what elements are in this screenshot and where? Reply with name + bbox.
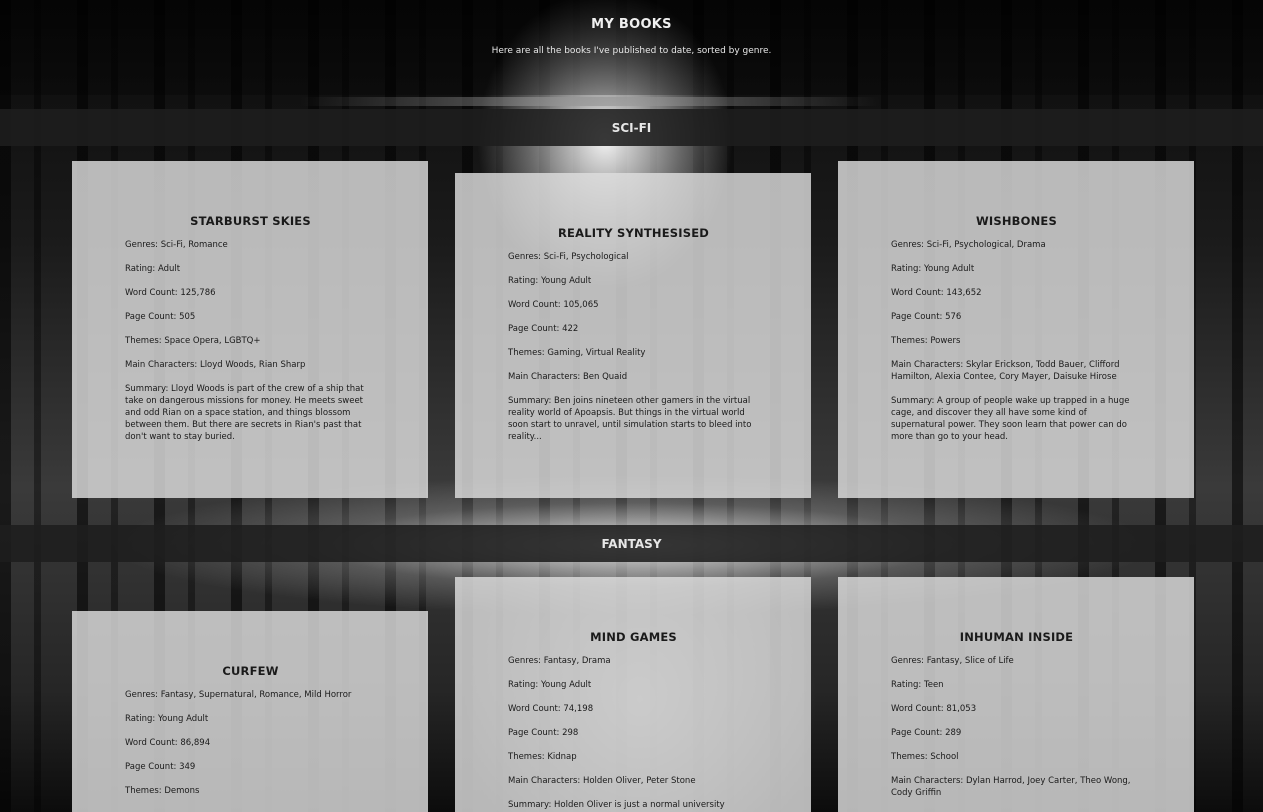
book-word-count: Word Count: 74,198 <box>508 704 594 714</box>
book-page-count: Page Count: 289 <box>891 728 962 738</box>
book-card-mind-games: MIND GAMES Genres: Fantasy, Drama Rating… <box>455 577 811 812</box>
book-genres: Genres: Sci-Fi, Romance <box>125 240 228 250</box>
book-rating: Rating: Young Adult <box>891 264 975 274</box>
book-page-count: Page Count: 349 <box>125 762 196 772</box>
section-title: FANTASY <box>601 536 662 551</box>
section-header-scifi: SCI-FI <box>0 109 1263 146</box>
book-card-inhuman-inside: INHUMAN INSIDE Genres: Fantasy, Slice of… <box>838 577 1194 812</box>
book-title: REALITY SYNTHESISED <box>558 226 709 240</box>
book-word-count: Word Count: 81,053 <box>891 704 977 714</box>
book-word-count: Word Count: 86,894 <box>125 738 211 748</box>
book-themes: Themes: School <box>891 752 959 762</box>
book-card-reality-synthesised: REALITY SYNTHESISED Genres: Sci-Fi, Psyc… <box>455 173 811 498</box>
book-genres: Genres: Sci-Fi, Psychological, Drama <box>891 240 1046 250</box>
book-page-count: Page Count: 576 <box>891 312 962 322</box>
book-rating: Rating: Young Adult <box>125 714 209 724</box>
book-themes: Themes: Gaming, Virtual Reality <box>508 348 646 358</box>
book-summary: Summary: Holden Oliver is just a normal … <box>508 800 725 810</box>
section-header-fantasy: FANTASY <box>0 525 1263 562</box>
page-title: MY BOOKS <box>591 17 672 32</box>
book-themes: Themes: Space Opera, LGBTQ+ <box>125 336 261 346</box>
book-themes: Themes: Demons <box>125 786 200 796</box>
book-genres: Genres: Fantasy, Slice of Life <box>891 656 1014 666</box>
book-page-count: Page Count: 422 <box>508 324 579 334</box>
book-summary: Summary: A group of people wake up trapp… <box>891 396 1130 442</box>
book-rating: Rating: Young Adult <box>508 276 592 286</box>
book-characters: Main Characters: Lloyd Woods, Rian Sharp <box>125 360 306 370</box>
book-page-count: Page Count: 298 <box>508 728 579 738</box>
book-title: CURFEW <box>222 664 279 678</box>
divider <box>300 97 880 106</box>
book-summary: Summary: Lloyd Woods is part of the crew… <box>125 384 364 442</box>
book-characters: Main Characters: Skylar Erickson, Todd B… <box>891 360 1120 382</box>
book-title: MIND GAMES <box>590 630 677 644</box>
book-word-count: Word Count: 125,786 <box>125 288 216 298</box>
book-characters: Main Characters: Ben Quaid <box>508 372 628 382</box>
book-rating: Rating: Teen <box>891 680 944 690</box>
book-card-wishbones: WISHBONES Genres: Sci-Fi, Psychological,… <box>838 161 1194 498</box>
book-card-curfew: CURFEW Genres: Fantasy, Supernatural, Ro… <box>72 611 428 812</box>
book-genres: Genres: Fantasy, Drama <box>508 656 611 666</box>
page-subtitle: Here are all the books I've published to… <box>491 46 772 56</box>
book-characters: Main Characters: Dylan Harrod, Joey Cart… <box>891 776 1131 798</box>
book-page-count: Page Count: 505 <box>125 312 196 322</box>
book-word-count: Word Count: 143,652 <box>891 288 982 298</box>
book-genres: Genres: Sci-Fi, Psychological <box>508 252 629 262</box>
book-summary: Summary: Ben joins nineteen other gamers… <box>508 396 752 442</box>
book-themes: Themes: Kidnap <box>508 752 577 762</box>
book-title: INHUMAN INSIDE <box>959 630 1074 644</box>
book-genres: Genres: Fantasy, Supernatural, Romance, … <box>125 690 352 700</box>
section-title: SCI-FI <box>611 120 652 135</box>
book-title: WISHBONES <box>976 214 1057 228</box>
book-themes: Themes: Powers <box>891 336 961 346</box>
book-title: STARBURST SKIES <box>190 214 311 228</box>
book-rating: Rating: Young Adult <box>508 680 592 690</box>
book-rating: Rating: Adult <box>125 264 181 274</box>
book-word-count: Word Count: 105,065 <box>508 300 599 310</box>
book-characters: Main Characters: Holden Oliver, Peter St… <box>508 776 696 786</box>
book-card-starburst-skies: STARBURST SKIES Genres: Sci-Fi, Romance … <box>72 161 428 498</box>
